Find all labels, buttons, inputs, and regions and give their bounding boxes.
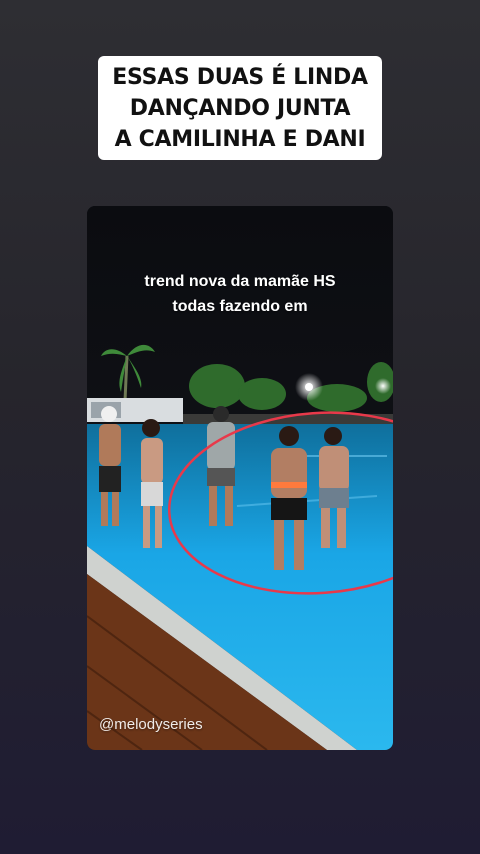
story-view: ESSAS DUAS É LINDA DANÇANDO JUNTA A CAMI… [0,0,480,854]
video-overlay-line-2: todas fazendo em [172,298,308,315]
video-overlay-line-1: trend nova da mamãe HS [144,273,336,290]
caption-line-2: DANÇANDO JUNTA [129,95,351,121]
caption-box: ESSAS DUAS É LINDA DANÇANDO JUNTA A CAMI… [98,56,382,160]
watermark: @melodyseries [99,716,203,733]
caption-line-1: ESSAS DUAS É LINDA [112,64,368,90]
video-card[interactable]: trend nova da mamãe HS todas fazendo em … [87,206,393,750]
caption-line-3: A CAMILINHA E DANI [114,126,366,152]
